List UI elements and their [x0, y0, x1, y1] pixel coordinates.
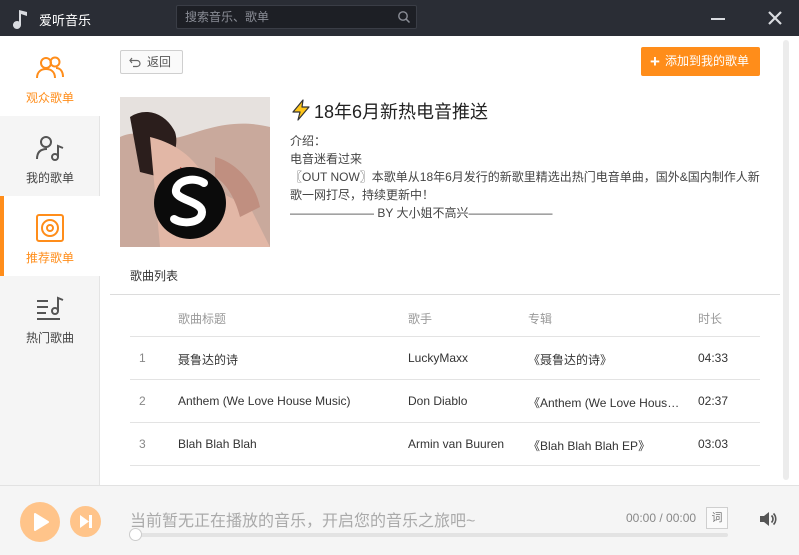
song-duration: 04:33 — [698, 351, 729, 365]
minimize-icon[interactable] — [710, 10, 726, 26]
playlist-cover-image — [120, 97, 270, 247]
user-music-icon — [36, 136, 64, 161]
scrollbar[interactable] — [783, 40, 789, 480]
sidebar-item-recommended-playlists[interactable]: 推荐歌单 — [0, 196, 100, 276]
row-number: 2 — [139, 394, 146, 408]
progress-slider-handle[interactable] — [129, 528, 142, 541]
users-icon — [36, 56, 64, 79]
lightning-icon — [292, 99, 310, 121]
row-number: 1 — [139, 351, 146, 365]
lyrics-button[interactable]: 词 — [706, 507, 728, 529]
playlist-intro: 介绍： 电音迷看过来 〖OUT NOW〗本歌单从18年6月发行的新歌里精选出热门… — [290, 132, 765, 222]
intro-line: ——————— BY 大小姐不高兴——————— — [290, 206, 553, 220]
intro-line: 歌一网打尽，持续更新中！ — [290, 188, 435, 202]
divider — [110, 294, 780, 295]
play-button[interactable] — [20, 502, 60, 542]
column-header-artist: 歌手 — [408, 312, 433, 326]
next-button[interactable] — [70, 506, 101, 537]
add-to-my-playlist-button[interactable]: + 添加到我的歌单 — [641, 47, 760, 76]
search-icon[interactable] — [397, 10, 411, 24]
cover-artwork — [120, 97, 270, 247]
music-note-icon — [13, 10, 27, 29]
intro-line: 电音迷看过来 — [290, 152, 363, 166]
intro-heading: 介绍： — [290, 134, 327, 148]
song-table: 歌曲标题 歌手 专辑 时长 1 聂鲁达的诗 LuckyMaxx 《聂鲁达的诗》 … — [130, 300, 760, 466]
skip-next-icon — [80, 515, 92, 528]
row-number: 3 — [139, 437, 146, 451]
sidebar-item-label: 观众歌单 — [25, 91, 74, 105]
song-duration: 02:37 — [698, 394, 729, 408]
song-album[interactable]: 《Blah Blah Blah EP》 — [528, 437, 683, 454]
app-title: 爱听音乐 — [39, 13, 92, 28]
progress-bar[interactable] — [130, 533, 728, 537]
table-row[interactable]: 1 聂鲁达的诗 LuckyMaxx 《聂鲁达的诗》 04:33 — [130, 337, 760, 380]
player-bar: 当前暂无正在播放的音乐，开启您的音乐之旅吧~ 00:00 / 00:00 词 — [0, 485, 799, 555]
now-playing-text: 当前暂无正在播放的音乐，开启您的音乐之旅吧~ — [130, 513, 476, 530]
search-input[interactable] — [185, 6, 395, 28]
song-album[interactable]: 《Anthem (We Love House Music)》 — [528, 394, 683, 411]
volume-icon[interactable] — [758, 509, 778, 529]
plus-icon: + — [650, 52, 660, 71]
song-title[interactable]: 聂鲁达的诗 — [178, 351, 398, 368]
song-artist[interactable]: LuckyMaxx — [408, 351, 518, 365]
song-title[interactable]: Blah Blah Blah — [178, 437, 398, 451]
song-duration: 03:03 — [698, 437, 729, 451]
column-header-title: 歌曲标题 — [178, 312, 227, 326]
title-bar: 爱听音乐 — [0, 0, 799, 36]
back-arrow-icon — [129, 57, 141, 68]
play-icon — [34, 513, 49, 531]
tab-song-list[interactable]: 歌曲列表 — [130, 267, 178, 284]
column-header-album: 专辑 — [528, 312, 553, 326]
song-title[interactable]: Anthem (We Love House Music) — [178, 394, 398, 408]
vinyl-icon — [36, 214, 64, 242]
song-artist[interactable]: Armin van Buuren — [408, 437, 518, 451]
sidebar-item-label: 我的歌单 — [25, 171, 74, 185]
song-album[interactable]: 《聂鲁达的诗》 — [528, 351, 683, 368]
table-header: 歌曲标题 歌手 专辑 时长 — [130, 300, 760, 337]
intro-line: 〖OUT NOW〗本歌单从18年6月发行的新歌里精选出热门电音单曲，国外&国内制… — [290, 170, 760, 184]
column-header-duration: 时长 — [698, 312, 723, 326]
close-icon[interactable] — [766, 9, 784, 27]
table-row[interactable]: 2 Anthem (We Love House Music) Don Diabl… — [130, 380, 760, 423]
add-button-label: 添加到我的歌单 — [665, 54, 750, 68]
search-box[interactable] — [176, 5, 417, 29]
sidebar: 观众歌单 我的歌单 推荐歌单 热门歌曲 — [0, 36, 100, 485]
sidebar-item-label: 推荐歌单 — [25, 251, 74, 265]
back-button-label: 返回 — [147, 55, 172, 69]
sidebar-item-label: 热门歌曲 — [25, 331, 74, 345]
sidebar-item-hot-songs[interactable]: 热门歌曲 — [0, 276, 100, 356]
back-button[interactable]: 返回 — [120, 50, 183, 74]
table-row[interactable]: 3 Blah Blah Blah Armin van Buuren 《Blah … — [130, 423, 760, 466]
playlist-music-icon — [37, 296, 64, 320]
playlist-title-text: 18年6月新热电音推送 — [314, 102, 489, 122]
song-artist[interactable]: Don Diablo — [408, 394, 518, 408]
playback-time: 00:00 / 00:00 — [626, 511, 697, 525]
sidebar-item-my-playlists[interactable]: 我的歌单 — [0, 116, 100, 196]
sidebar-item-audience-playlists[interactable]: 观众歌单 — [0, 36, 100, 116]
